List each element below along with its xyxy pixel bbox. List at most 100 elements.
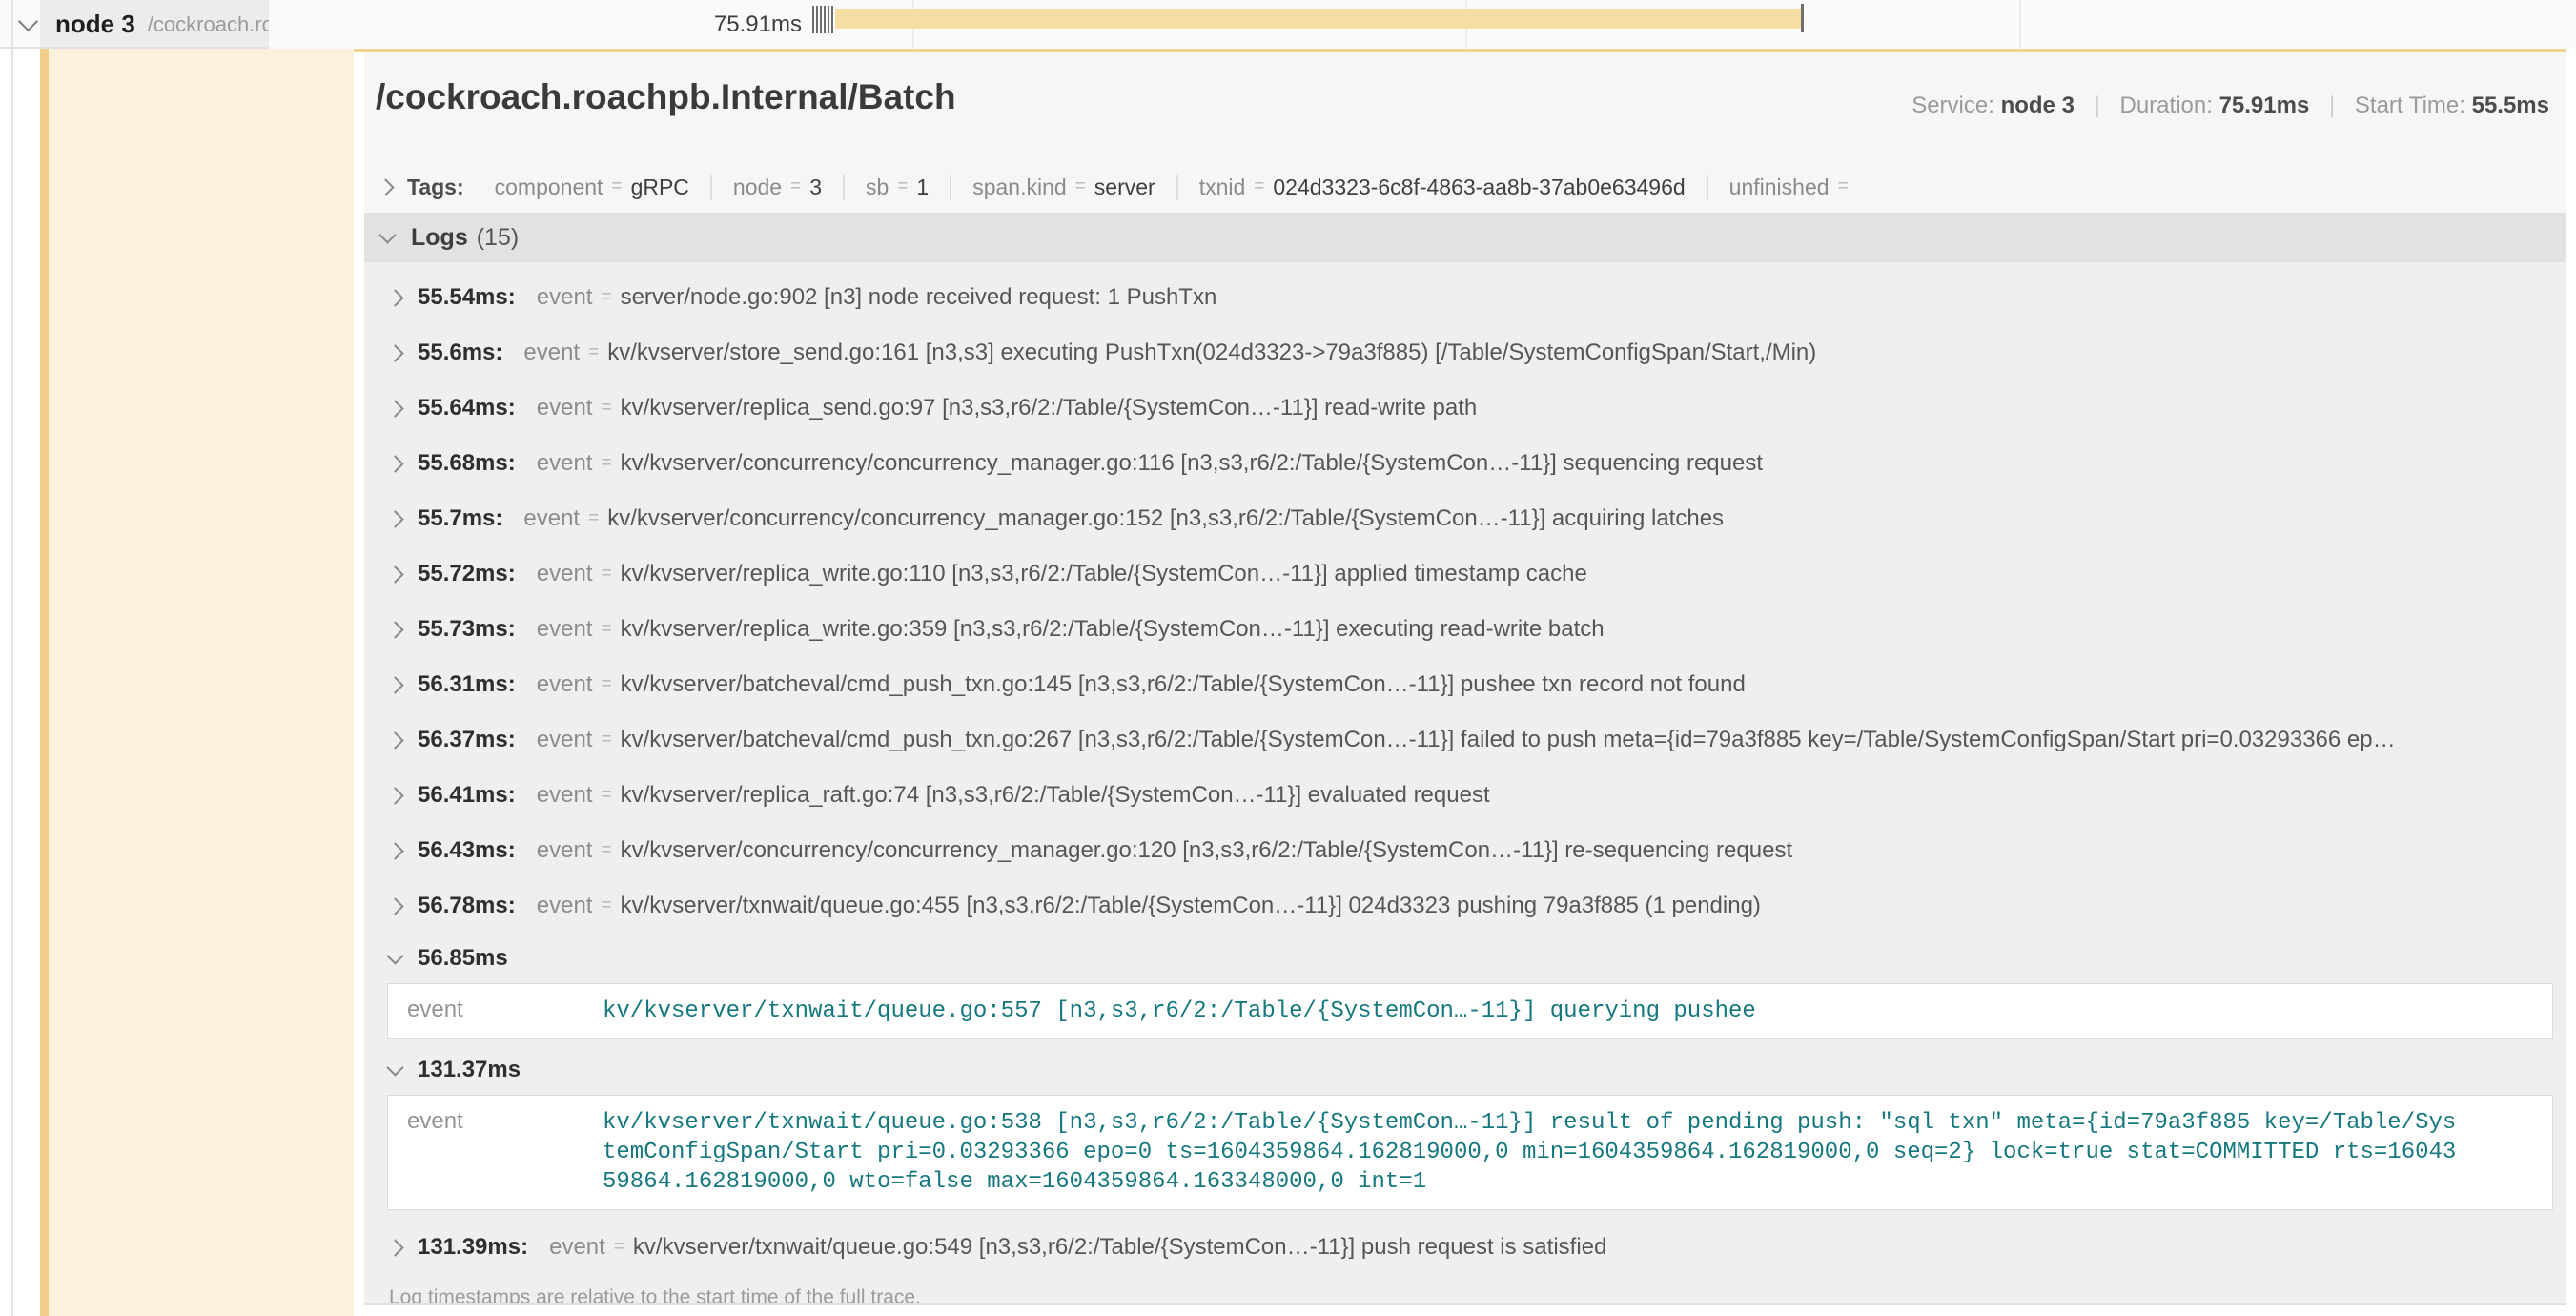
log-message: kv/kvserver/replica_raft.go:74 [n3,s3,r6… (621, 782, 1490, 809)
chevron-right-icon (386, 842, 403, 859)
log-field-key: event (523, 339, 580, 366)
equals-sign: = (601, 564, 611, 585)
chevron-right-icon (386, 897, 403, 915)
span-name-tab[interactable]: node 3 /cockroach.roach… (40, 0, 269, 49)
span-service-name: node 3 (55, 10, 135, 39)
meta-separator: | (2316, 93, 2348, 118)
tag-item[interactable]: txnid = 024d3323-6c8f-4863-aa8b-37ab0e63… (1176, 175, 1707, 200)
log-timestamp: 55.7ms: (418, 505, 502, 532)
equals-sign: = (601, 730, 611, 751)
log-entry-expanded: 131.37ms event kv/kvserver/txnwait/queue… (364, 1049, 2566, 1210)
log-entry-row[interactable]: 55.54ms: event = server/node.go:902 [n3]… (364, 270, 2566, 325)
chevron-right-icon (386, 565, 403, 583)
tag-item[interactable]: span.kind = server (950, 175, 1176, 200)
log-message: kv/kvserver/replica_write.go:110 [n3,s3,… (621, 561, 1587, 587)
duration-label: Duration: (2120, 93, 2213, 118)
logs-title: Logs (411, 224, 468, 252)
tag-value: server (1094, 175, 1155, 200)
log-field-key: event (537, 671, 593, 698)
log-entry-row[interactable]: 56.78ms: event = kv/kvserver/txnwait/que… (364, 878, 2566, 934)
tag-value: gRPC (631, 175, 689, 200)
log-entry-collapse-toggle[interactable]: 131.37ms (364, 1049, 2566, 1091)
tag-item[interactable]: node = 3 (710, 175, 843, 200)
log-message: kv/kvserver/batcheval/cmd_push_txn.go:14… (621, 671, 1746, 698)
log-entry-row[interactable]: 55.73ms: event = kv/kvserver/replica_wri… (364, 602, 2566, 657)
log-message: kv/kvserver/store_send.go:161 [n3,s3] ex… (607, 339, 1816, 366)
equals-sign: = (601, 895, 611, 916)
span-duration-bar[interactable] (835, 9, 1802, 29)
chevron-right-icon (386, 1239, 403, 1256)
detail-row-accent-strip (40, 49, 49, 1316)
log-entry-row[interactable]: 56.43ms: event = kv/kvserver/concurrency… (364, 823, 2566, 878)
tag-item[interactable]: unfinished = (1707, 175, 1878, 200)
log-field-key: event (549, 1234, 605, 1261)
equals-sign: = (790, 176, 801, 197)
start-time-label: Start Time: (2355, 93, 2465, 118)
log-entry-row[interactable]: 131.39ms: event = kv/kvserver/txnwait/qu… (364, 1220, 2566, 1275)
log-field-key: event (537, 284, 593, 311)
tag-key: txnid (1199, 175, 1246, 200)
span-end-marker (1801, 4, 1804, 32)
log-field-key: event (537, 616, 593, 643)
log-timestamp: 55.64ms: (418, 395, 516, 422)
log-timestamp: 56.31ms: (418, 671, 516, 698)
jaeger-trace-span-detail-view: node 3 /cockroach.roach… 75.91ms /cockro… (0, 0, 2576, 1316)
log-field-key: event (388, 997, 603, 1023)
logs-accordion-toggle[interactable]: Logs (15) (364, 213, 2566, 262)
chevron-right-icon (386, 676, 403, 693)
log-entry-row[interactable]: 55.64ms: event = kv/kvserver/replica_sen… (364, 380, 2566, 436)
log-timestamp: 56.43ms: (418, 837, 516, 864)
log-timestamp: 55.6ms: (418, 339, 502, 366)
log-entry-row[interactable]: 56.41ms: event = kv/kvserver/replica_raf… (364, 768, 2566, 823)
log-message: kv/kvserver/concurrency/concurrency_mana… (607, 505, 1724, 532)
detail-row-name-column (49, 49, 354, 1316)
duration-value: 75.91ms (2219, 93, 2310, 118)
chevron-right-icon (386, 400, 403, 417)
log-entries: 55.54ms: event = server/node.go:902 [n3]… (364, 270, 2566, 1275)
logs-footer-note: Log timestamps are relative to the start… (364, 1275, 2566, 1303)
log-field-key: event (537, 837, 593, 864)
tag-value: 1 (916, 175, 929, 200)
log-detail-box: event kv/kvserver/txnwait/queue.go:557 [… (387, 983, 2553, 1039)
log-timestamp: 56.41ms: (418, 782, 516, 809)
log-timestamp: 56.85ms (418, 945, 508, 972)
equals-sign: = (588, 508, 599, 529)
equals-sign: = (601, 287, 611, 308)
log-entry-row[interactable]: 56.31ms: event = kv/kvserver/batcheval/c… (364, 657, 2566, 712)
log-entry-row[interactable]: 55.72ms: event = kv/kvserver/replica_wri… (364, 546, 2566, 602)
chevron-right-icon (386, 787, 403, 804)
chevron-right-icon (386, 455, 403, 472)
log-tick-marks (812, 6, 833, 33)
chevron-right-icon (386, 621, 403, 638)
tag-item[interactable]: sb = 1 (843, 175, 950, 200)
chevron-down-icon (386, 947, 403, 964)
tags-list: component = gRPC node = 3 sb = 1 span.ki… (474, 175, 1878, 200)
tag-value: 3 (809, 175, 822, 200)
chevron-down-icon (378, 226, 396, 243)
log-message: kv/kvserver/concurrency/concurrency_mana… (621, 837, 1793, 864)
log-detail-box: event kv/kvserver/txnwait/queue.go:538 [… (387, 1095, 2553, 1210)
log-entry-collapse-toggle[interactable]: 56.85ms (364, 937, 2566, 979)
log-timestamp: 55.54ms: (418, 284, 516, 311)
collapse-span-chevron-icon[interactable] (21, 16, 35, 33)
log-field-value: kv/kvserver/txnwait/queue.go:557 [n3,s3,… (603, 997, 2460, 1026)
log-timestamp: 55.68ms: (418, 450, 516, 477)
tags-accordion-toggle[interactable]: Tags: component = gRPC node = 3 sb = 1 s… (364, 165, 2566, 209)
span-meta-summary: Service: node 3 | Duration: 75.91ms | St… (1912, 93, 2549, 119)
log-timestamp: 131.37ms (418, 1057, 521, 1083)
span-detail-header: /cockroach.roachpb.Internal/Batch Servic… (364, 52, 2566, 159)
chevron-right-icon (377, 178, 394, 195)
log-field-key: event (537, 450, 593, 477)
span-operation-name: /cockroach.roach… (148, 12, 269, 37)
chevron-down-icon (386, 1059, 403, 1076)
log-entry-row[interactable]: 55.7ms: event = kv/kvserver/concurrency/… (364, 491, 2566, 546)
log-entry-row[interactable]: 55.6ms: event = kv/kvserver/store_send.g… (364, 325, 2566, 380)
log-entry-row[interactable]: 55.68ms: event = kv/kvserver/concurrency… (364, 436, 2566, 491)
tag-item[interactable]: component = gRPC (474, 175, 710, 200)
log-entry-row[interactable]: 56.37ms: event = kv/kvserver/batcheval/c… (364, 712, 2566, 768)
log-field-key: event (523, 505, 580, 532)
tag-key: sb (866, 175, 889, 200)
start-time-value: 55.5ms (2472, 93, 2549, 118)
equals-sign: = (601, 785, 611, 806)
span-duration-label: 75.91ms (615, 11, 802, 38)
